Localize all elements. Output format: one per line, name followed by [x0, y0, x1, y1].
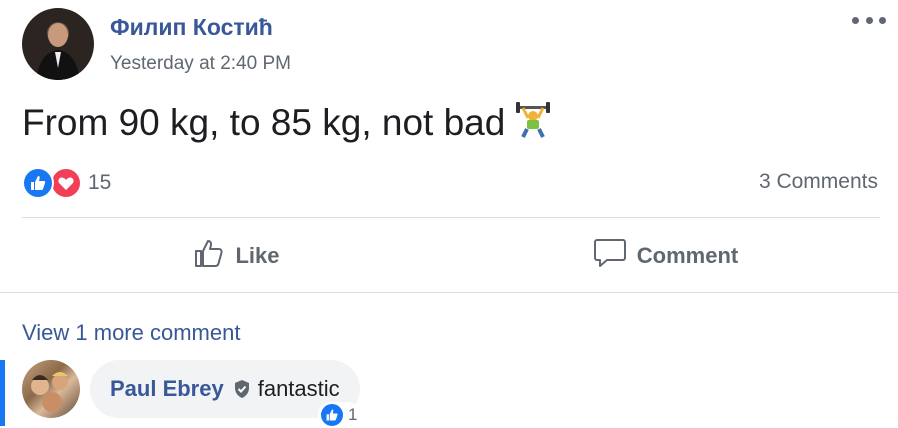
commenter-name[interactable]: Paul Ebrey: [110, 376, 224, 402]
comment-highlight-bar: [0, 360, 5, 426]
thumbs-up-icon: [193, 237, 225, 275]
post-text: From 90 kg, to 85 kg, not bad: [22, 100, 551, 147]
comment-icon: [593, 237, 627, 275]
like-reaction-icon: [22, 167, 54, 199]
divider: [0, 292, 898, 293]
reaction-summary[interactable]: 15: [22, 166, 111, 200]
reaction-count: 15: [88, 171, 112, 194]
commenter-avatar[interactable]: [22, 360, 80, 418]
like-label: Like: [235, 243, 280, 268]
comment-text: fantastic: [257, 376, 340, 401]
comment-reaction-summary[interactable]: 1: [318, 402, 362, 428]
comments-count-link[interactable]: 3 Comments: [759, 170, 878, 194]
like-button[interactable]: Like: [22, 230, 451, 282]
comment-label: Comment: [636, 243, 739, 268]
weightlifter-icon: [515, 100, 551, 147]
post-body: From 90 kg, to 85 kg, not bad: [22, 102, 506, 143]
comment-button[interactable]: Comment: [451, 230, 880, 282]
comment-reaction-count: 1: [348, 405, 358, 424]
author-avatar[interactable]: [22, 8, 94, 80]
verified-shield-icon: [232, 379, 252, 399]
author-name[interactable]: Филип Костић: [110, 14, 273, 41]
post-actions-bar: Like Comment: [22, 230, 880, 282]
like-reaction-icon: [320, 403, 344, 427]
love-reaction-icon: [50, 167, 82, 199]
post-timestamp[interactable]: Yesterday at 2:40 PM: [110, 53, 291, 75]
view-more-comments-link[interactable]: View 1 more comment: [22, 320, 240, 346]
more-options-icon[interactable]: [852, 12, 886, 28]
divider: [22, 217, 880, 218]
